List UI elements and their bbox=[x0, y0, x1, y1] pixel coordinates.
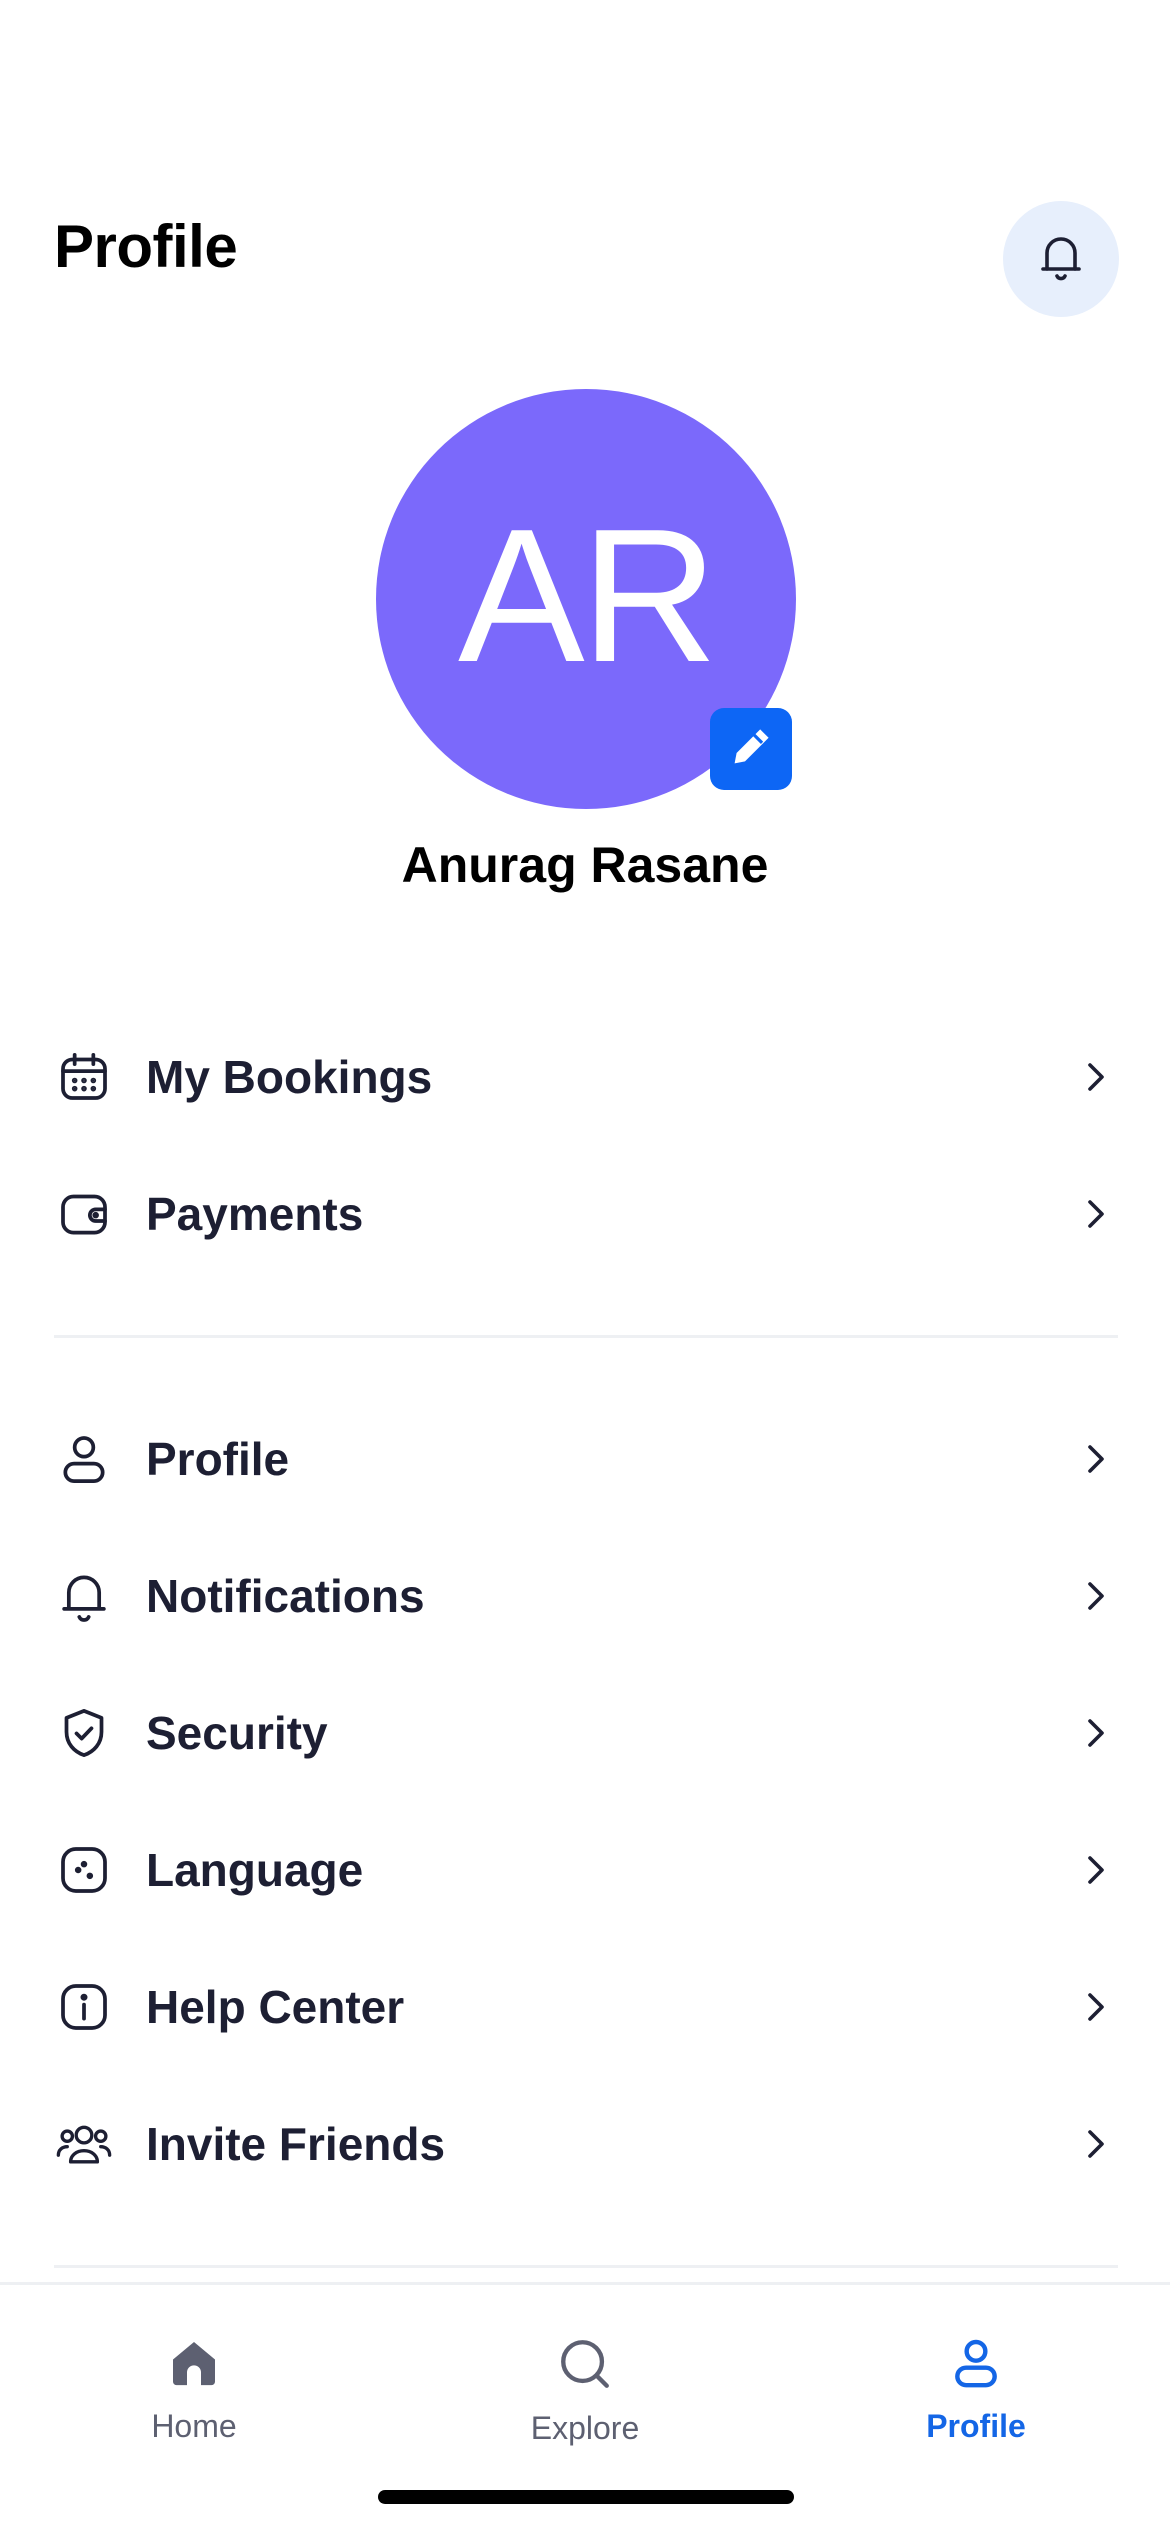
menu-item-label: Notifications bbox=[146, 1570, 425, 1622]
chevron-right-icon bbox=[1076, 1987, 1116, 2027]
menu-item-profile[interactable]: Profile bbox=[54, 1399, 1116, 1519]
chevron-right-icon bbox=[1076, 2124, 1116, 2164]
calendar-icon bbox=[54, 1047, 114, 1107]
chevron-right-icon bbox=[1076, 1057, 1116, 1097]
menu-item-help-center[interactable]: Help Center bbox=[54, 1947, 1116, 2067]
language-icon bbox=[54, 1840, 114, 1900]
home-indicator[interactable] bbox=[378, 2490, 794, 2504]
menu-item-label: My Bookings bbox=[146, 1051, 433, 1103]
chevron-right-icon bbox=[1076, 1713, 1116, 1753]
menu-item-invite-friends[interactable]: Invite Friends bbox=[54, 2084, 1116, 2204]
chevron-right-icon bbox=[1076, 1576, 1116, 1616]
menu-item-label: Payments bbox=[146, 1188, 364, 1240]
home-icon bbox=[166, 2335, 222, 2396]
tab-profile[interactable]: Profile bbox=[856, 2335, 1096, 2455]
info-icon bbox=[54, 1977, 114, 2037]
users-icon bbox=[54, 2114, 114, 2174]
tab-home[interactable]: Home bbox=[74, 2335, 314, 2455]
pencil-icon bbox=[727, 723, 775, 776]
edit-avatar-button[interactable] bbox=[710, 708, 792, 790]
search-icon bbox=[556, 2335, 614, 2398]
menu-item-payments[interactable]: Payments bbox=[54, 1154, 1116, 1274]
tab-label: Home bbox=[151, 2408, 237, 2444]
menu-item-my-bookings[interactable]: My Bookings bbox=[54, 1017, 1116, 1137]
menu-item-label: Help Center bbox=[146, 1981, 405, 2033]
avatar-initials: AR bbox=[458, 490, 718, 702]
divider bbox=[54, 1335, 1118, 1338]
user-icon bbox=[54, 1429, 114, 1489]
divider bbox=[54, 2265, 1118, 2268]
chevron-right-icon bbox=[1076, 1439, 1116, 1479]
tab-label: Explore bbox=[530, 2410, 640, 2446]
menu-item-language[interactable]: Language bbox=[54, 1810, 1116, 1930]
menu-item-label: Invite Friends bbox=[146, 2118, 446, 2170]
page-title: Profile bbox=[54, 213, 238, 280]
chevron-right-icon bbox=[1076, 1194, 1116, 1234]
notifications-button[interactable] bbox=[1003, 201, 1119, 317]
tab-label: Profile bbox=[926, 2408, 1026, 2444]
bell-icon bbox=[54, 1566, 114, 1626]
bell-icon bbox=[1037, 231, 1085, 288]
menu-item-label: Language bbox=[146, 1844, 364, 1896]
menu-item-label: Profile bbox=[146, 1433, 290, 1485]
user-icon bbox=[948, 2335, 1004, 2396]
menu-item-notifications[interactable]: Notifications bbox=[54, 1536, 1116, 1656]
chevron-right-icon bbox=[1076, 1850, 1116, 1890]
shield-check-icon bbox=[54, 1703, 114, 1763]
menu-item-security[interactable]: Security bbox=[54, 1673, 1116, 1793]
tab-explore[interactable]: Explore bbox=[465, 2335, 705, 2455]
menu-item-label: Security bbox=[146, 1707, 328, 1759]
wallet-icon bbox=[54, 1184, 114, 1244]
user-name: Anurag Rasane bbox=[401, 837, 769, 893]
